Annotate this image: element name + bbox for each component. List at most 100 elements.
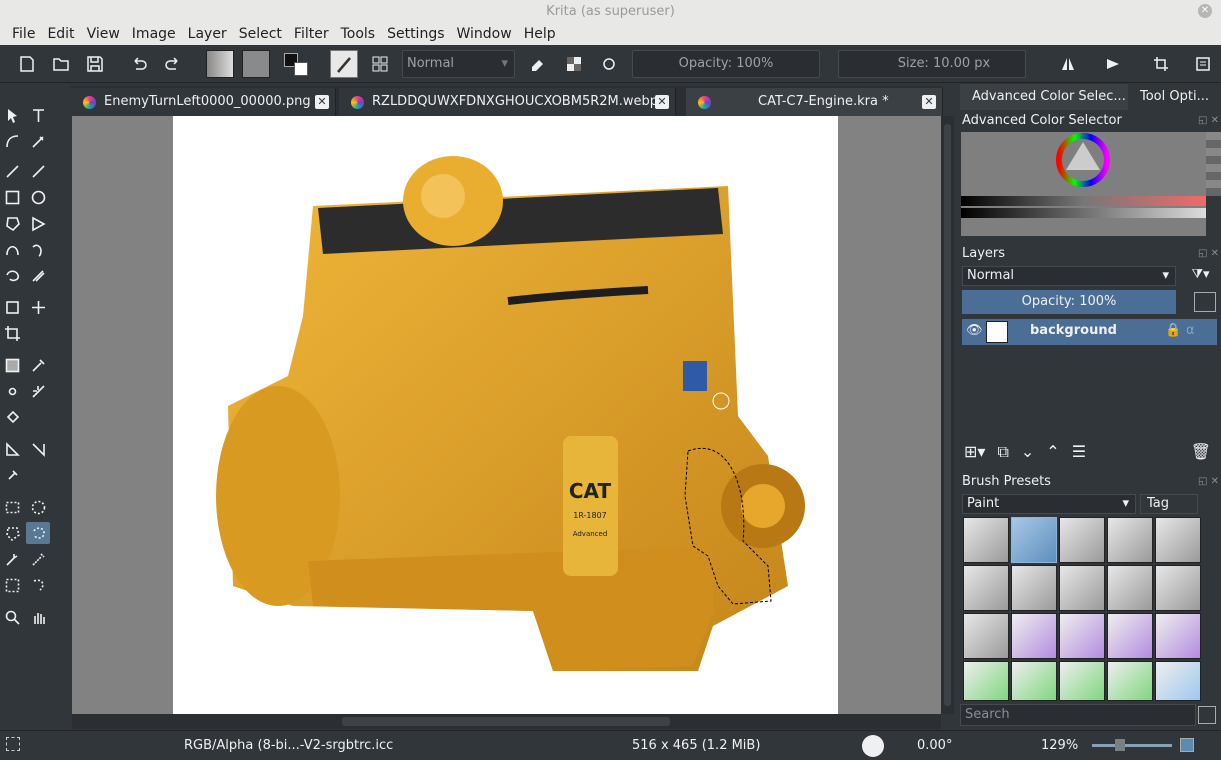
layer-opacity-slider[interactable]: Opacity: 100% xyxy=(962,290,1176,314)
multibrush-icon[interactable] xyxy=(26,264,50,286)
polyline-tool-icon[interactable] xyxy=(26,212,50,234)
line-tool-icon[interactable] xyxy=(26,160,50,182)
crop-wrap-icon[interactable] xyxy=(1148,51,1174,77)
workspace-grid-icon[interactable] xyxy=(367,51,393,77)
docker-float-close-icons[interactable]: ◱ ✕ xyxy=(1198,115,1219,126)
move-layer-down-icon[interactable]: ⌄ xyxy=(1021,442,1034,462)
visibility-eye-icon[interactable]: 👁 xyxy=(966,323,983,338)
rectangle-tool-icon[interactable] xyxy=(0,186,24,208)
gradient-preset-swatch[interactable] xyxy=(206,50,234,78)
docker-float-close-icons[interactable]: ◱ ✕ xyxy=(1198,476,1219,487)
mirror-horizontal-icon[interactable] xyxy=(1055,51,1081,77)
add-layer-icon[interactable]: ⊞▾ xyxy=(964,442,985,462)
brush-preset[interactable] xyxy=(1059,517,1105,563)
magnetic-select-icon[interactable] xyxy=(26,574,50,596)
freehand-select-icon[interactable] xyxy=(26,522,50,544)
alpha-icon[interactable]: α xyxy=(1186,323,1195,338)
freehand-brush-icon[interactable] xyxy=(0,160,24,182)
brush-preset[interactable] xyxy=(963,517,1009,563)
menu-window[interactable]: Window xyxy=(451,26,518,42)
close-tab-icon[interactable]: ✕ xyxy=(922,95,936,109)
brush-tag-button[interactable]: Tag xyxy=(1140,494,1198,514)
reference-pin-icon[interactable] xyxy=(0,464,24,486)
layer-row-background[interactable]: 👁 background 🔒 α xyxy=(962,319,1217,345)
brush-preset[interactable] xyxy=(1107,517,1153,563)
tab-tool-options[interactable]: Tool Opti... xyxy=(1130,84,1221,110)
brush-preset[interactable] xyxy=(1155,613,1201,659)
brush-preset[interactable] xyxy=(1059,613,1105,659)
elliptical-select-icon[interactable] xyxy=(26,496,50,518)
close-window-button[interactable]: ✕ xyxy=(1198,4,1212,18)
brush-preset[interactable] xyxy=(1107,565,1153,611)
menu-view[interactable]: View xyxy=(81,26,126,42)
edit-shapes-icon[interactable] xyxy=(0,130,24,152)
opacity-slider[interactable]: Opacity: 100% xyxy=(632,50,820,78)
canvas-only-toggle-icon[interactable] xyxy=(1180,738,1194,752)
tab-advanced-color-selector[interactable]: Advanced Color Selec... xyxy=(960,84,1128,110)
brush-preset[interactable] xyxy=(1107,613,1153,659)
menu-layer[interactable]: Layer xyxy=(182,26,233,42)
document-canvas[interactable]: CAT 1R-1807 Advanced xyxy=(173,116,838,714)
layer-blend-mode-select[interactable]: Normal ▾ xyxy=(962,266,1176,286)
mirror-vertical-icon[interactable] xyxy=(1100,51,1126,77)
similar-select-icon[interactable] xyxy=(26,548,50,570)
layer-properties-icon[interactable] xyxy=(1194,292,1216,312)
pattern-preset-swatch[interactable] xyxy=(242,50,270,78)
alpha-lock-icon[interactable] xyxy=(561,51,587,77)
bezier-curve-icon[interactable] xyxy=(0,238,24,260)
close-tab-icon[interactable]: ✕ xyxy=(315,95,329,109)
freehand-path-icon[interactable] xyxy=(26,238,50,260)
move-tool-icon[interactable] xyxy=(26,296,50,318)
layer-settings-icon[interactable]: ☰ xyxy=(1072,442,1086,462)
brush-preset[interactable] xyxy=(963,565,1009,611)
contiguous-select-icon[interactable] xyxy=(0,548,24,570)
duplicate-layer-icon[interactable]: ⧉ xyxy=(997,442,1008,462)
vertical-scrollbar[interactable] xyxy=(941,116,954,714)
color-history-strip[interactable] xyxy=(1206,132,1221,196)
docker-float-close-icons[interactable]: ◱ ✕ xyxy=(1198,248,1219,259)
lock-icon[interactable]: 🔒 xyxy=(1165,323,1181,338)
new-document-icon[interactable] xyxy=(14,51,40,77)
brush-preset[interactable] xyxy=(1059,661,1105,701)
text-tool-icon[interactable] xyxy=(26,104,50,126)
save-search-icon[interactable] xyxy=(1198,706,1216,724)
size-slider[interactable]: Size: 10.00 px xyxy=(838,50,1026,78)
menu-settings[interactable]: Settings xyxy=(381,26,450,42)
brush-preset[interactable] xyxy=(1011,565,1057,611)
eraser-mode-icon[interactable] xyxy=(524,51,550,77)
brush-preset[interactable] xyxy=(1011,613,1057,659)
gradient-tool-icon[interactable] xyxy=(0,354,24,376)
brush-search-input[interactable]: Search xyxy=(960,704,1196,726)
rotation-dial-icon[interactable] xyxy=(862,735,884,757)
brush-preset[interactable] xyxy=(963,661,1009,701)
brush-preset-selected[interactable] xyxy=(1011,517,1057,563)
select-shapes-icon[interactable] xyxy=(0,104,24,126)
menu-edit[interactable]: Edit xyxy=(41,26,80,42)
dock-toggle-icon[interactable] xyxy=(1190,51,1216,77)
dynamic-brush-icon[interactable] xyxy=(0,264,24,286)
undo-icon[interactable] xyxy=(126,51,152,77)
ellipse-tool-icon[interactable] xyxy=(26,186,50,208)
close-tab-icon[interactable]: ✕ xyxy=(655,95,669,109)
tab-webp-image[interactable]: RZLDDQUWXFDNXGHOUCXOBM5R2M.webp * ✕ xyxy=(339,88,676,116)
brush-preset[interactable] xyxy=(1059,565,1105,611)
pan-tool-icon[interactable] xyxy=(26,606,50,628)
transform-tool-icon[interactable] xyxy=(0,296,24,318)
menu-help[interactable]: Help xyxy=(518,26,562,42)
menu-select[interactable]: Select xyxy=(233,26,288,42)
selection-mode-icon[interactable] xyxy=(6,737,20,751)
fill-tool-icon[interactable] xyxy=(0,406,24,428)
move-layer-up-icon[interactable]: ⌃ xyxy=(1046,442,1059,462)
brush-preset-icon[interactable] xyxy=(330,50,358,78)
zoom-slider-handle[interactable] xyxy=(1115,739,1125,751)
tab-cat-engine[interactable]: CAT-C7-Engine.kra * ✕ xyxy=(686,88,943,116)
crop-tool-icon[interactable] xyxy=(0,322,24,344)
open-folder-icon[interactable] xyxy=(48,51,74,77)
brush-preset[interactable] xyxy=(1155,565,1201,611)
brush-preset[interactable] xyxy=(1011,661,1057,701)
layer-filter-icon[interactable]: ⧩▾ xyxy=(1184,266,1217,286)
reload-preset-icon[interactable] xyxy=(596,51,622,77)
blend-mode-select[interactable]: Normal ▾ xyxy=(402,50,515,78)
background-color-swatch[interactable] xyxy=(294,62,308,76)
brush-preset[interactable] xyxy=(1155,661,1201,701)
